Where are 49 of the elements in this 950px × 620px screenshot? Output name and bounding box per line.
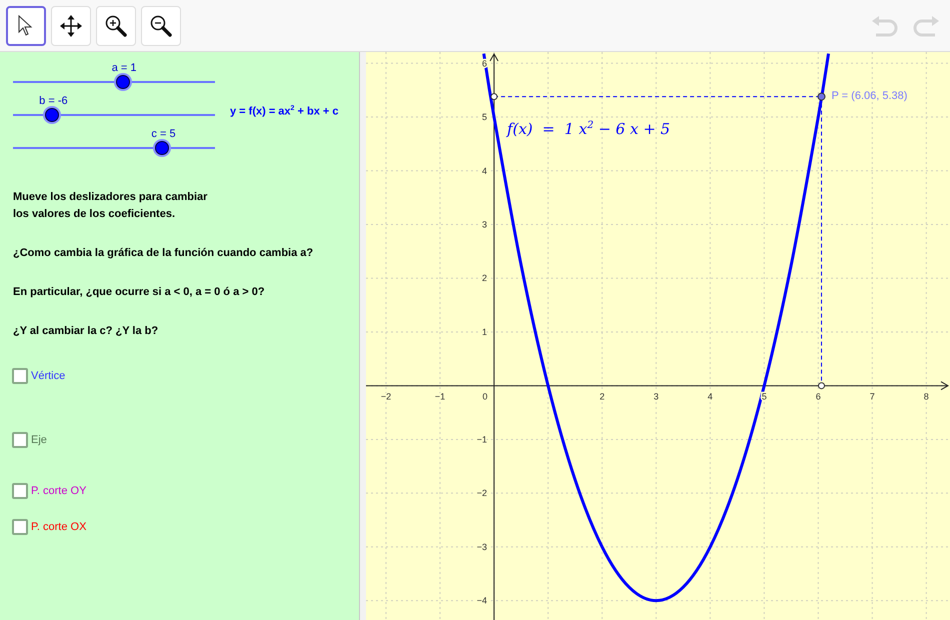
checkbox-label[interactable]: Eje (31, 434, 47, 446)
instruction-text: Mueve los deslizadores para cambiar los valores de los coeficientes. (13, 190, 208, 222)
checkbox[interactable] (12, 432, 28, 448)
checkbox[interactable] (12, 519, 28, 535)
axis-tick-label: 3 (482, 220, 488, 230)
axis-tick-label: −1 (476, 434, 488, 444)
axis-tick-label: 4 (482, 166, 488, 176)
slider-thumb[interactable] (155, 141, 170, 155)
function-label: f(x) = 1 x$^{2}$ − 6 x + 5 (507, 120, 670, 138)
axis-tick-label: −4 (476, 596, 488, 606)
checkbox[interactable] (12, 368, 28, 384)
slider-label: a = 1 (112, 62, 136, 74)
checkbox-label[interactable]: Vértice (31, 370, 66, 382)
move-arrows-icon (60, 14, 82, 36)
axis-tick-label: 6 (816, 392, 821, 402)
axis-tick-label: −2 (380, 392, 392, 402)
origin-label: 0 (482, 392, 488, 402)
slider-label: c = 5 (151, 128, 176, 140)
instruction-text: ¿Y al cambiar la c? ¿Y la b? (13, 324, 160, 339)
checkbox-label[interactable]: P. corte OX (31, 521, 86, 533)
zoom-in-icon (105, 14, 127, 36)
axis-tick-label: 5 (482, 112, 488, 122)
axis-tick-label: 2 (482, 273, 488, 284)
instruction-text: En particular, ¿que ocurre si a < 0, a = 0 ó a > 0? (13, 285, 266, 300)
tool-button[interactable] (6, 6, 46, 46)
projection-point (818, 382, 825, 390)
axis-tick-label: −1 (434, 392, 446, 402)
instruction-text: ¿Como cambia la gráfica de la función cuando cambia a? (13, 246, 314, 261)
axis-tick-label: 1 (482, 326, 488, 337)
checkbox[interactable] (12, 483, 28, 499)
axis-tick-label: 4 (708, 392, 713, 402)
projection-point (490, 93, 498, 100)
slider-thumb[interactable] (116, 75, 130, 89)
slider-label: b = -6 (39, 95, 68, 107)
checkbox-label[interactable]: P. corte OY (31, 485, 86, 497)
axis-tick-label: −2 (476, 488, 488, 498)
redo-icon (912, 14, 940, 36)
point-p[interactable] (817, 92, 826, 101)
axis-tick-label: 7 (870, 392, 875, 402)
pointer-arrow-icon (18, 14, 34, 36)
axis-tick-label: 8 (924, 392, 929, 402)
axis-tick-label: −3 (476, 542, 488, 552)
axis-tick-label: 3 (654, 392, 659, 402)
axis-tick-label: 2 (600, 392, 605, 402)
equation-text: y = f(x) = ax$^{2}$ + bx + c (230, 105, 338, 118)
slider-thumb[interactable] (45, 108, 60, 122)
undo-icon (871, 14, 899, 36)
point-label: P = (6.06, 5.38) (831, 90, 908, 102)
zoom-out-icon (150, 14, 172, 36)
